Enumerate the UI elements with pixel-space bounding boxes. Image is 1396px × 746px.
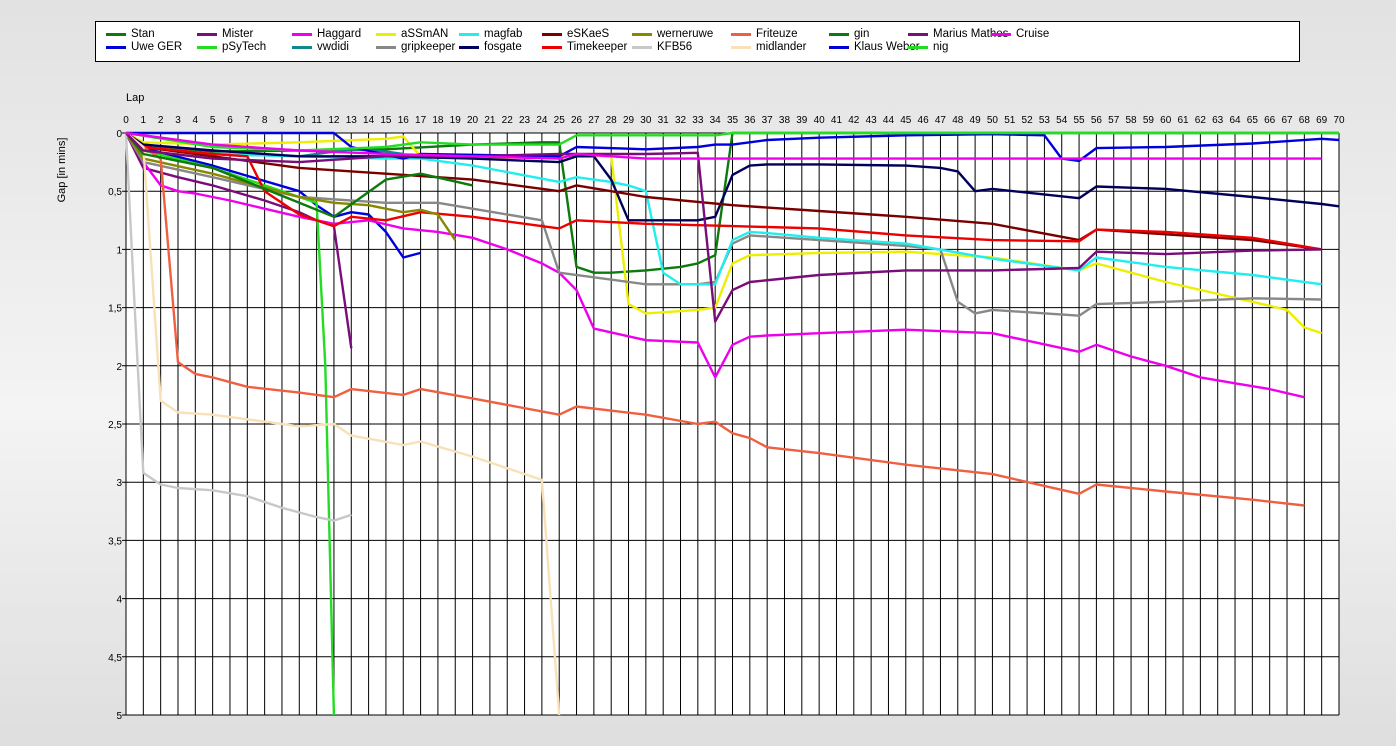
x-tick-label: 52 [1022,115,1034,126]
x-tick-label: 28 [606,115,618,126]
x-tick-label: 57 [1108,115,1120,126]
x-tick-label: 18 [432,115,444,126]
x-tick-label: 12 [328,115,340,126]
x-tick-label: 47 [935,115,947,126]
x-tick-label: 20 [467,115,479,126]
x-tick-label: 44 [883,115,895,126]
x-tick-label: 3 [175,115,181,126]
x-tick-label: 58 [1125,115,1137,126]
x-tick-label: 46 [918,115,930,126]
x-tick-label: 40 [814,115,826,126]
grid [122,132,1340,716]
x-tick-label: 23 [519,115,531,126]
x-tick-label: 1 [141,115,147,126]
x-tick-label: 7 [245,115,251,126]
x-tick-label: 50 [987,115,999,126]
y-tick-label: 1,5 [108,304,122,315]
x-tick-label: 31 [658,115,670,126]
x-tick-label: 66 [1264,115,1276,126]
x-tick-label: 25 [554,115,566,126]
x-tick-label: 21 [484,115,496,126]
y-tick-labels: 0 0,5 1 1,5 2 2,5 3 3,5 4 4,5 5 [108,129,122,722]
x-tick-label: 9 [279,115,285,126]
y-axis-label: Gap [in mins] [56,138,68,203]
x-tick-label: 16 [398,115,410,126]
x-tick-label: 26 [571,115,583,126]
x-tick-label: 51 [1004,115,1016,126]
x-tick-label: 33 [692,115,704,126]
x-tick-label: 68 [1299,115,1311,126]
x-tick-label: 63 [1212,115,1224,126]
x-tick-label: 19 [450,115,462,126]
x-tick-label: 11 [311,115,322,126]
x-tick-label: 15 [380,115,392,126]
x-tick-label: 0 [123,115,129,126]
x-tick-label: 45 [900,115,912,126]
y-tick-label: 2 [116,362,122,373]
x-tick-label: 2 [158,115,164,126]
x-tick-label: 62 [1195,115,1207,126]
x-tick-label: 53 [1039,115,1051,126]
x-tick-label: 61 [1177,115,1189,126]
y-tick-label: 5 [116,711,122,722]
x-tick-label: 67 [1281,115,1293,126]
y-tick-label: 4,5 [108,653,122,664]
x-tick-label: 60 [1160,115,1172,126]
x-tick-labels: 0 1 2 3 4 5 6 7 8 9 10 11 12 13 14 15 16 17 18 19 20 21 22 23 24… [123,115,1345,126]
x-tick-label: 5 [210,115,216,126]
y-tick-label: 0 [116,129,122,140]
x-tick-label: 17 [415,115,427,126]
x-tick-label: 56 [1091,115,1103,126]
x-tick-label: 30 [640,115,652,126]
x-tick-label: 38 [779,115,791,126]
y-tick-label: 4 [116,595,122,606]
x-tick-label: 29 [623,115,635,126]
x-tick-label: 59 [1143,115,1155,126]
lap-gap-chart: 0 1 2 3 4 5 6 7 8 9 10 11 12 13 14 15 16 17 18 19 20 21 22 23 24… [56,92,1345,722]
x-tick-label: 36 [744,115,756,126]
x-tick-label: 43 [866,115,878,126]
x-tick-label: 69 [1316,115,1328,126]
x-tick-label: 37 [762,115,774,126]
y-tick-label: 3 [116,478,122,489]
x-tick-label: 48 [952,115,964,126]
y-tick-label: 0,5 [108,187,122,198]
x-tick-label: 10 [294,115,306,126]
x-tick-label: 6 [227,115,233,126]
x-tick-label: 65 [1247,115,1259,126]
x-tick-label: 27 [588,115,600,126]
x-tick-label: 14 [363,115,375,126]
x-tick-label: 34 [710,115,722,126]
x-tick-label: 55 [1074,115,1086,126]
x-tick-label: 32 [675,115,687,126]
x-tick-label: 39 [796,115,808,126]
x-tick-label: 4 [193,115,199,126]
x-tick-label: 41 [831,115,843,126]
y-tick-label: 1 [116,245,122,256]
x-tick-label: 70 [1333,115,1345,126]
x-tick-label: 13 [346,115,358,126]
x-tick-label: 54 [1056,115,1068,126]
x-tick-label: 42 [848,115,860,126]
x-tick-label: 64 [1229,115,1241,126]
y-tick-label: 2,5 [108,420,122,431]
x-tick-label: 24 [536,115,548,126]
x-tick-label: 22 [502,115,514,126]
x-tick-label: 8 [262,115,268,126]
x-tick-label: 35 [727,115,739,126]
x-axis-label: Lap [126,92,144,104]
x-tick-label: 49 [970,115,982,126]
y-tick-label: 3,5 [108,536,122,547]
